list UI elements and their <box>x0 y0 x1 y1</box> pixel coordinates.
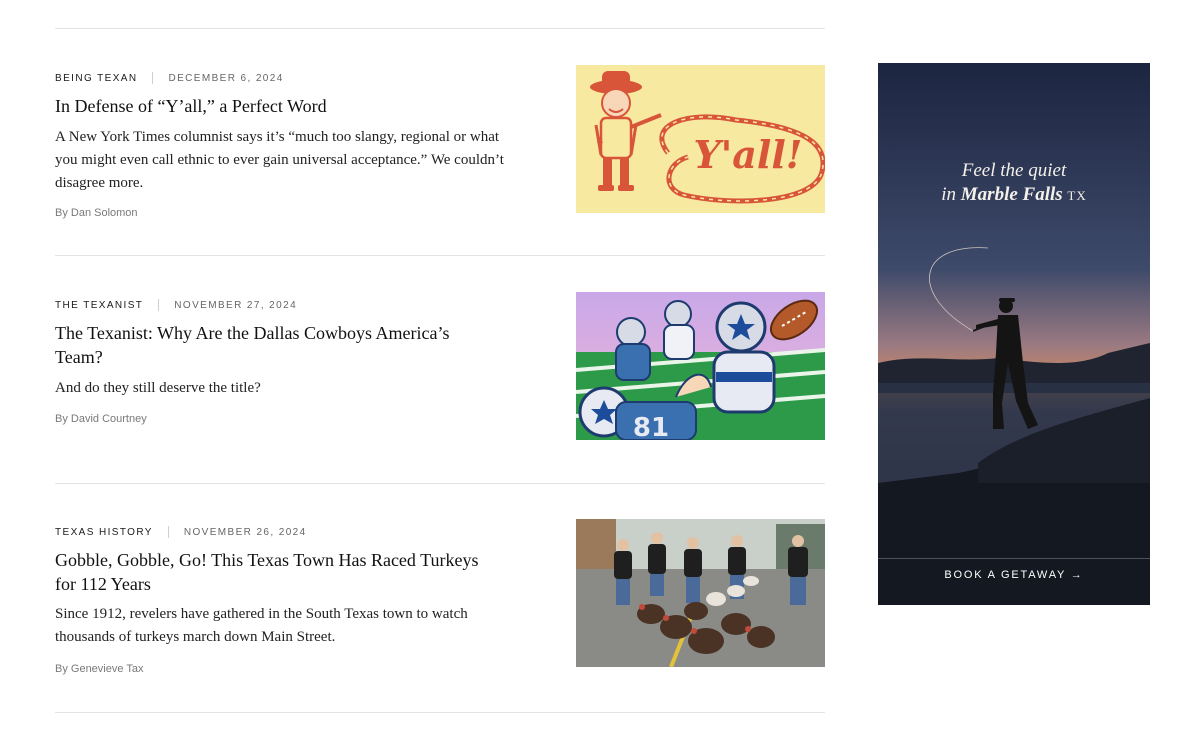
divider <box>55 28 825 29</box>
article-thumbnail[interactable]: Y'all! <box>576 65 825 213</box>
article-dek: And do they still deserve the title? <box>55 380 261 396</box>
article-meta: BEING TEXAN DECEMBER 6, 2024 <box>55 72 284 84</box>
article-headline[interactable]: Gobble, Gobble, Go! This Texas Town Has … <box>55 548 495 596</box>
book-getaway-button[interactable]: BOOK A GETAWAY → <box>878 569 1150 581</box>
meta-separator <box>158 299 160 311</box>
category-link[interactable]: TEXAS HISTORY <box>55 527 153 538</box>
meta-separator <box>152 72 154 84</box>
divider <box>55 712 825 713</box>
article-thumbnail[interactable]: 81 <box>576 292 825 440</box>
article-headline[interactable]: The Texanist: Why Are the Dallas Cowboys… <box>55 321 495 369</box>
article-byline[interactable]: By Dan Solomon <box>55 207 138 219</box>
divider <box>55 255 825 256</box>
sidebar-ad[interactable]: Feel the quiet in Marble Falls TX BOOK A… <box>878 63 1150 605</box>
article-byline[interactable]: By David Courtney <box>55 413 147 425</box>
ad-brand-logo: Marble Falls <box>960 184 1063 205</box>
yall-illustration: Y'all! <box>576 65 825 213</box>
article-meta: THE TEXANIST NOVEMBER 27, 2024 <box>55 299 297 311</box>
image-lettering: Y'all! <box>694 132 803 177</box>
article-card[interactable]: THE TEXANIST NOVEMBER 27, 2024 The Texan… <box>55 292 825 459</box>
ad-photo-fisherman <box>878 63 1150 605</box>
article-card[interactable]: BEING TEXAN DECEMBER 6, 2024 In Defense … <box>55 65 825 232</box>
divider <box>55 483 825 484</box>
ad-state: TX <box>1067 188 1087 203</box>
category-link[interactable]: THE TEXANIST <box>55 300 143 311</box>
article-dek: Since 1912, revelers have gathered in th… <box>55 606 468 645</box>
meta-separator <box>167 526 169 538</box>
ad-tagline-line1: Feel the quiet <box>961 160 1067 181</box>
ad-tagline: Feel the quiet in Marble Falls TX <box>878 159 1150 208</box>
article-meta: TEXAS HISTORY NOVEMBER 26, 2024 <box>55 526 307 538</box>
article-card[interactable]: TEXAS HISTORY NOVEMBER 26, 2024 Gobble, … <box>55 519 825 686</box>
ad-prefix: in <box>941 184 957 205</box>
turkey-parade-photo <box>576 519 825 667</box>
article-date: NOVEMBER 27, 2024 <box>174 299 298 311</box>
article-dek: A New York Times columnist says it’s “mu… <box>55 129 504 191</box>
ad-divider <box>878 558 1150 559</box>
article-date: DECEMBER 6, 2024 <box>168 72 284 84</box>
article-headline[interactable]: In Defense of “Y’all,” a Perfect Word <box>55 94 495 118</box>
category-link[interactable]: BEING TEXAN <box>55 73 137 84</box>
article-date: NOVEMBER 26, 2024 <box>183 526 307 538</box>
article-byline[interactable]: By Genevieve Tax <box>55 663 143 675</box>
cowboys-illustration: 81 <box>576 292 825 440</box>
ad-tagline-line2: in Marble Falls TX <box>878 183 1150 208</box>
article-thumbnail[interactable] <box>576 519 825 667</box>
jersey-number: 81 <box>633 413 669 440</box>
